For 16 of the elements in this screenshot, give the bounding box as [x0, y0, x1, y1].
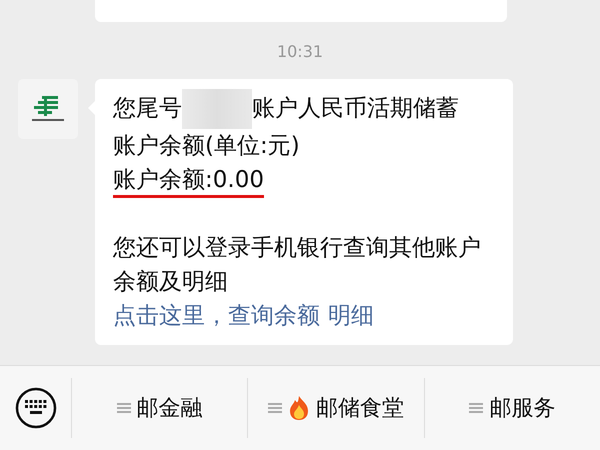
- menu-lines-icon: [469, 402, 484, 414]
- link[interactable]: 明细: [328, 303, 374, 329]
- bank-logo-avatar[interactable]: [18, 79, 78, 139]
- timestamp: 10:31: [276, 42, 324, 61]
- menu-lines-icon: [268, 402, 282, 414]
- message-text: 您尾号: [113, 95, 182, 122]
- link[interactable]: 点击这里，查询余额: [113, 303, 320, 329]
- menu-tab[interactable]: 邮储食堂: [248, 378, 425, 438]
- message-text: 账户人民币活期储蓄: [252, 95, 459, 122]
- menu-tab[interactable]: 邮金融: [72, 378, 248, 438]
- menu-lines-icon: [116, 402, 131, 414]
- message-text: 您还可以登录手机银行查询其他账户余额及明细: [113, 234, 482, 297]
- message-text: 账户余额(单位:元): [113, 132, 301, 161]
- highlighted-balance-text: 账户余额:0.00: [113, 167, 264, 198]
- menu-tab[interactable]: 邮服务: [424, 378, 600, 438]
- redaction-block: [182, 89, 252, 129]
